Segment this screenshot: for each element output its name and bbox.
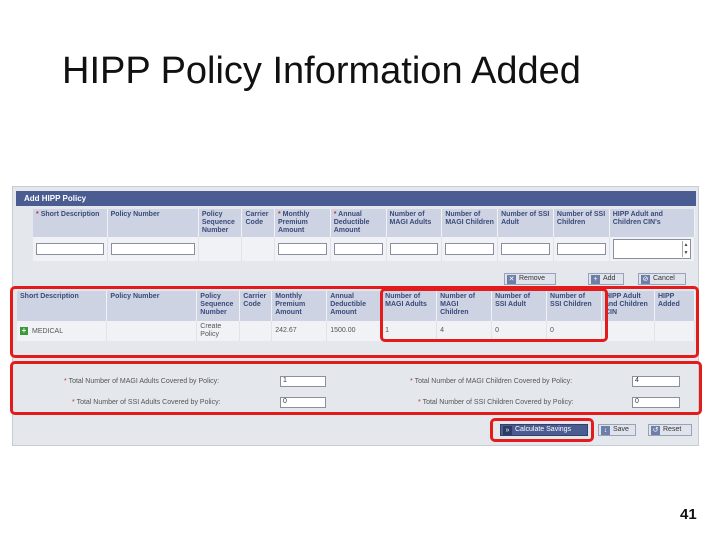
col-short-description: * Short Description: [33, 209, 108, 237]
highlight-calculate: [490, 418, 594, 442]
panel-header: Add HIPP Policy: [16, 191, 696, 206]
slide-title: HIPP Policy Information Added: [62, 50, 581, 92]
monthly-premium-input[interactable]: [277, 243, 327, 255]
scroll-arrows-icon[interactable]: ▲ ▼: [682, 241, 689, 257]
add-button[interactable]: + Add: [588, 273, 624, 285]
magi-adults-input[interactable]: [389, 243, 439, 255]
cancel-icon: ⊘: [641, 275, 650, 284]
col-magi-children: Number of MAGI Children: [441, 209, 499, 237]
plus-icon: +: [591, 275, 600, 284]
cancel-button[interactable]: ⊘ Cancel: [638, 273, 686, 285]
short-description-input[interactable]: [36, 243, 104, 255]
col-magi-adults: Number of MAGI Adults: [386, 209, 443, 237]
reset-button[interactable]: ↺ Reset: [648, 424, 692, 436]
highlight-counts-columns: [380, 288, 608, 342]
col-sequence-number: Policy Sequence Number: [198, 209, 243, 237]
col-ssi-adult: Number of SSI Adult: [497, 209, 554, 237]
col-annual-deductible: * Annual Deductible Amount: [330, 209, 387, 237]
col-monthly-premium: * Monthly Premium Amount: [274, 209, 331, 237]
add-policy-form: * Short Description Policy Number Policy…: [33, 209, 696, 261]
ssi-children-input[interactable]: [556, 243, 606, 255]
remove-icon: ✕: [507, 275, 516, 284]
remove-button[interactable]: ✕ Remove: [504, 273, 556, 285]
slide: HIPP Policy Information Added Add HIPP P…: [0, 0, 720, 540]
annual-deductible-input[interactable]: [333, 243, 383, 255]
slide-number: 41: [680, 506, 697, 523]
hipp-cins-select[interactable]: ▲ ▼: [612, 239, 691, 259]
magi-children-input[interactable]: [445, 243, 495, 255]
col-ssi-children: Number of SSI Children: [553, 209, 610, 237]
ssi-adult-input[interactable]: [501, 243, 550, 255]
reset-icon: ↺: [651, 426, 660, 435]
col-carrier-code: Carrier Code: [241, 209, 275, 237]
col-policy-number: Policy Number: [107, 209, 199, 237]
save-button[interactable]: ↓ Save: [598, 424, 636, 436]
policy-number-input[interactable]: [110, 243, 195, 255]
save-arrow-icon: ↓: [601, 426, 610, 435]
col-hipp-cins: HIPP Adult and Children CIN's: [609, 209, 696, 237]
highlight-totals: [10, 361, 702, 415]
